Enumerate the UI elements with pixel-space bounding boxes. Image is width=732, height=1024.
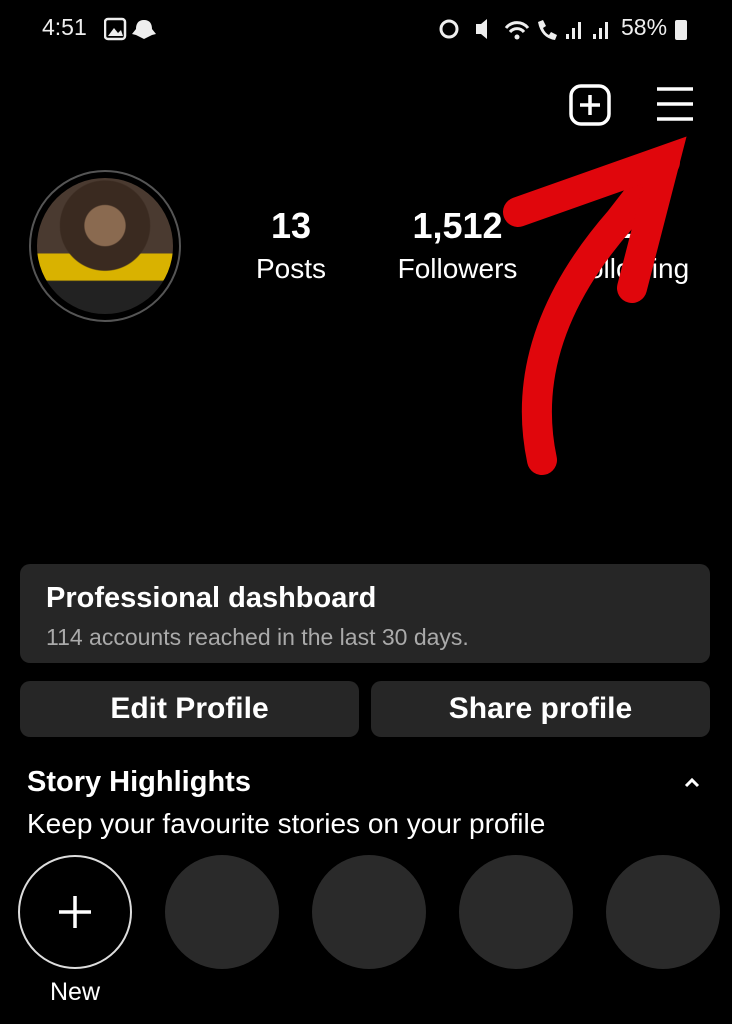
new-highlight-label: New: [49, 978, 100, 1006]
highlight-placeholder: [606, 855, 720, 969]
menu-icon[interactable]: [656, 86, 694, 122]
stat-following[interactable]: 2 Following: [560, 205, 700, 285]
highlight-placeholder: [165, 855, 279, 969]
followers-count: 1,512: [412, 205, 503, 246]
add-post-icon[interactable]: [569, 84, 611, 126]
dashboard-title: Professional dashboard: [46, 582, 377, 614]
battery-icon: [675, 20, 687, 40]
highlights-subtitle: Keep your favourite stories on your prof…: [27, 808, 546, 839]
following-label: Following: [570, 253, 690, 284]
posts-count: 13: [270, 205, 312, 246]
edit-profile-button[interactable]: Edit Profile: [20, 681, 359, 737]
followers-label: Followers: [397, 253, 518, 284]
battery-percent: 58%: [621, 14, 668, 40]
plus-icon: [59, 896, 91, 928]
new-highlight-button[interactable]: [18, 855, 132, 969]
status-time: 4:51: [42, 14, 87, 40]
stat-posts[interactable]: 13 Posts: [240, 205, 342, 285]
highlight-placeholder: [312, 855, 426, 969]
professional-dashboard[interactable]: Professional dashboard 114 accounts reac…: [20, 564, 710, 663]
dashboard-subtitle: 114 accounts reached in the last 30 days…: [46, 624, 469, 650]
highlight-placeholder: [459, 855, 573, 969]
stat-followers[interactable]: 1,512 Followers: [385, 205, 530, 285]
following-count: 2: [619, 205, 641, 246]
chevron-up-icon[interactable]: [683, 776, 701, 788]
system-status-icons: [439, 19, 608, 40]
highlights-title: Story Highlights: [27, 766, 251, 798]
notification-icons: [104, 17, 156, 41]
share-profile-button[interactable]: Share profile: [371, 681, 710, 737]
posts-label: Posts: [255, 253, 327, 284]
avatar[interactable]: [29, 170, 181, 322]
